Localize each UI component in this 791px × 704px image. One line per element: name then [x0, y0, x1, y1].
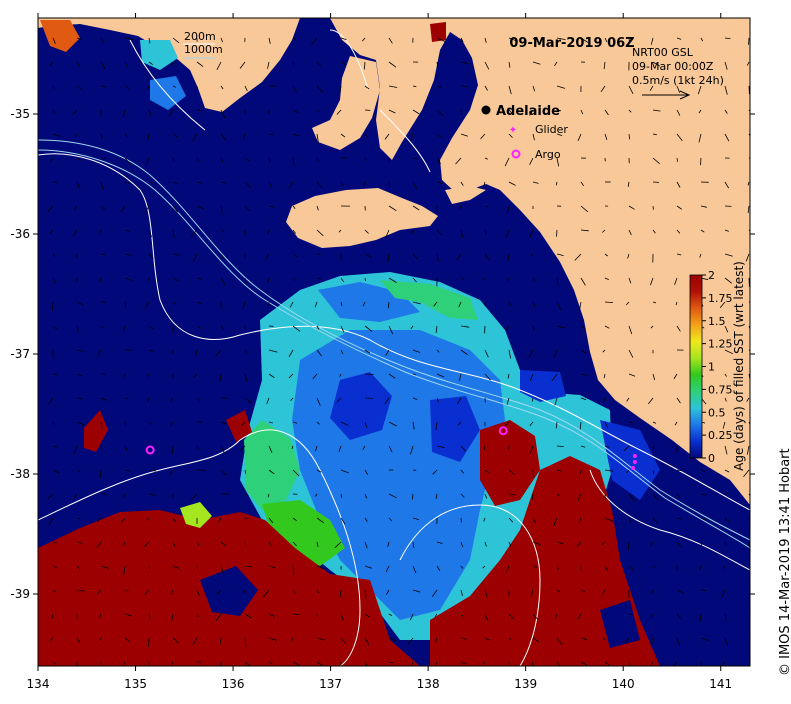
- current-vector: [245, 518, 248, 519]
- x-tick-label: 137: [319, 677, 342, 691]
- y-tick-label: -36: [10, 227, 30, 241]
- colorbar-tick-label: 0.25: [708, 429, 733, 442]
- current-vector: [701, 158, 702, 165]
- map-plot-area: [38, 18, 756, 671]
- x-tick-label: 135: [124, 677, 147, 691]
- glider-label: Glider: [535, 123, 568, 136]
- x-tick-label: 140: [612, 677, 635, 691]
- colorbar-tick-label: 1.25: [708, 338, 733, 351]
- glider-marker: [633, 460, 637, 464]
- x-tick-label: 134: [27, 677, 50, 691]
- colorbar-tick-label: 0.75: [708, 383, 733, 396]
- colorbar-tick-label: 1.75: [708, 292, 733, 305]
- credit-text: © IMOS 14-Mar-2019 13:41 Hobart: [778, 448, 791, 676]
- current-vector: [365, 278, 366, 281]
- colorbar-tick-label: 0: [708, 452, 715, 465]
- current-vector: [53, 302, 54, 311]
- y-tick-label: -35: [10, 107, 30, 121]
- current-vector: [293, 614, 299, 615]
- colorbar-tick-label: 0.5: [708, 406, 726, 419]
- colorbar-label: Age (days) of filled SST (wrt latest): [732, 261, 746, 471]
- colorbar-tick-label: 2: [708, 269, 715, 282]
- colorbar-tick-label: 1: [708, 361, 715, 374]
- current-vector: [125, 422, 126, 425]
- colorbar-tick-label: 1.5: [708, 315, 726, 328]
- depth-legend-1000m-label: 1000m: [184, 43, 223, 56]
- x-tick-label: 136: [222, 677, 245, 691]
- map-svg: 134 135 136 137 138 139 140 141 -35 -36 -37 -38 -39…: [0, 0, 791, 700]
- current-vector: [197, 566, 198, 569]
- current-info-line-1: NRT00 GSL: [632, 46, 694, 59]
- x-tick-label: 141: [709, 677, 732, 691]
- adelaide-marker: [482, 106, 491, 115]
- depth-legend-200m-label: 200m: [184, 30, 216, 43]
- glider-marker: [633, 454, 637, 458]
- y-tick-label: -37: [10, 347, 30, 361]
- current-vector: [701, 542, 702, 546]
- current-vector: [557, 230, 558, 237]
- adelaide-label: Adelaide: [496, 104, 560, 119]
- current-vector: [461, 86, 468, 87]
- sst-age-map: 134 135 136 137 138 139 140 141 -35 -36 -37 -38 -39…: [0, 0, 791, 700]
- x-tick-label: 138: [417, 677, 440, 691]
- glider-legend-icon: ✦: [509, 125, 517, 136]
- y-tick-label: -39: [10, 587, 30, 601]
- y-tick-label: -38: [10, 467, 30, 481]
- current-vector: [149, 638, 150, 647]
- current-info-line-2: 09-Mar 00:00Z: [632, 60, 714, 73]
- x-tick-label: 139: [514, 677, 537, 691]
- glider-marker: [631, 466, 635, 470]
- map-title: 09-Mar-2019 06Z: [509, 36, 634, 51]
- current-info-line-3: 0.5m/s (1kt 24h): [632, 74, 724, 87]
- argo-label: Argo: [535, 148, 561, 161]
- colorbar-gradient: [690, 275, 702, 458]
- current-vector: [389, 182, 390, 188]
- current-vector: [677, 158, 678, 162]
- current-vector: [581, 470, 582, 474]
